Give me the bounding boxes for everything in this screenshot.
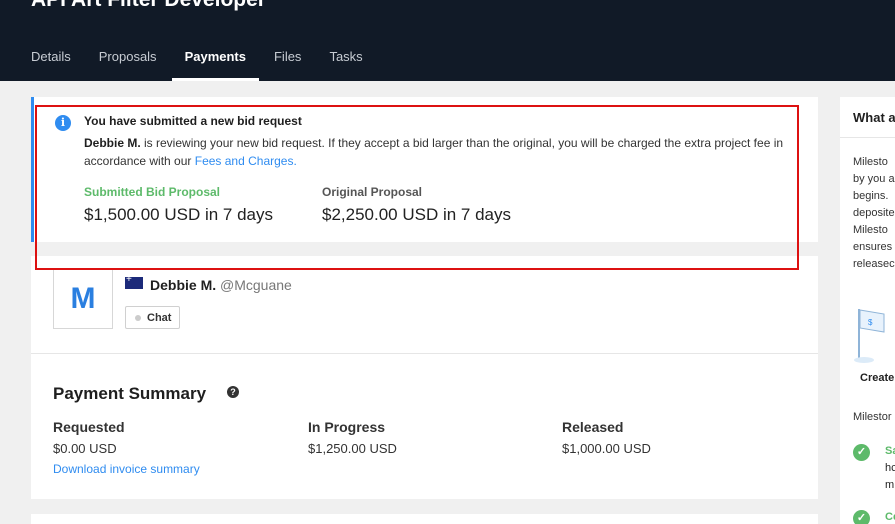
tab-details[interactable]: Details [31,49,71,81]
alert-message: Debbie M. is reviewing your new bid requ… [84,134,794,170]
milestone-label: Milestor [853,411,892,423]
create-label: Create [860,372,895,384]
released-label: Released [562,419,624,435]
requested-value: $0.00 USD [53,441,117,456]
released-value: $1,000.00 USD [562,441,651,456]
panel-item-2: Cc [885,509,895,524]
in-progress-value: $1,250.00 USD [308,441,397,456]
payment-card: M Debbie M. @Mcguane Chat Payment Summar… [31,256,818,499]
panel-line: Milesto [853,156,888,168]
check-icon: ✓ [853,510,870,524]
chat-button[interactable]: Chat [125,306,180,329]
panel-line: begins. [853,190,889,202]
avatar[interactable]: M [53,269,113,329]
panel-divider [840,137,895,138]
tab-proposals[interactable]: Proposals [99,49,157,81]
user-name[interactable]: Debbie M. [150,277,216,293]
panel-title: What a [853,110,895,125]
alert-message-text: is reviewing your new bid request. If th… [84,136,784,168]
panel-line: Milesto [853,224,888,236]
milestone-flag-icon: $ [854,309,885,363]
project-title: API Art Filter Developer [31,0,266,12]
original-proposal-label: Original Proposal [322,185,423,199]
submitted-bid-amount: $1,500.00 USD in 7 days [84,205,274,224]
fees-and-charges-link[interactable]: Fees and Charges. [195,154,297,168]
tab-files[interactable]: Files [274,49,301,81]
requested-label: Requested [53,419,125,435]
info-icon: i [55,115,71,131]
tab-tasks[interactable]: Tasks [329,49,362,81]
tab-payments[interactable]: Payments [171,49,260,81]
panel-line: releasec [853,258,895,270]
milestone-info-panel: What a Milesto by you a begins. deposite… [840,97,895,524]
divider [31,353,818,354]
in-progress-label: In Progress [308,419,386,435]
alert-user-name: Debbie M. [84,136,141,150]
original-proposal-amount: $2,250.00 USD in 7 days [322,205,512,224]
panel-item-1: Sa hc m [885,443,895,494]
next-card [31,514,818,524]
panel-item-1-line: m [885,479,895,491]
status-dot-icon [135,315,141,321]
download-invoice-summary-link[interactable]: Download invoice summary [53,462,200,476]
panel-item-1-line: hc [885,462,895,474]
svg-text:$: $ [868,318,873,327]
user-handle: @Mcguane [220,277,292,293]
panel-description: Milesto by you a begins. deposite Milest… [853,154,895,273]
bid-request-alert: i You have submitted a new bid request D… [31,97,818,242]
alert-title: You have submitted a new bid request [84,114,302,128]
panel-line: deposite [853,207,895,219]
australia-flag-icon [125,274,143,289]
help-icon[interactable]: ? [227,386,239,398]
user-name-line: Debbie M. @Mcguane [150,277,292,293]
check-icon: ✓ [853,444,870,461]
submitted-bid-label: Submitted Bid Proposal [84,185,221,199]
panel-line: ensures [853,241,893,253]
panel-line: by you a [853,173,895,185]
project-header: API Art Filter Developer Details Proposa… [0,0,895,81]
tab-bar: Details Proposals Payments Files Tasks [31,49,391,81]
panel-item-2-title: Cc [885,511,895,523]
chat-button-label: Chat [147,312,172,324]
panel-item-1-title: Sa [885,445,895,457]
payment-summary-title: Payment Summary [53,384,207,403]
